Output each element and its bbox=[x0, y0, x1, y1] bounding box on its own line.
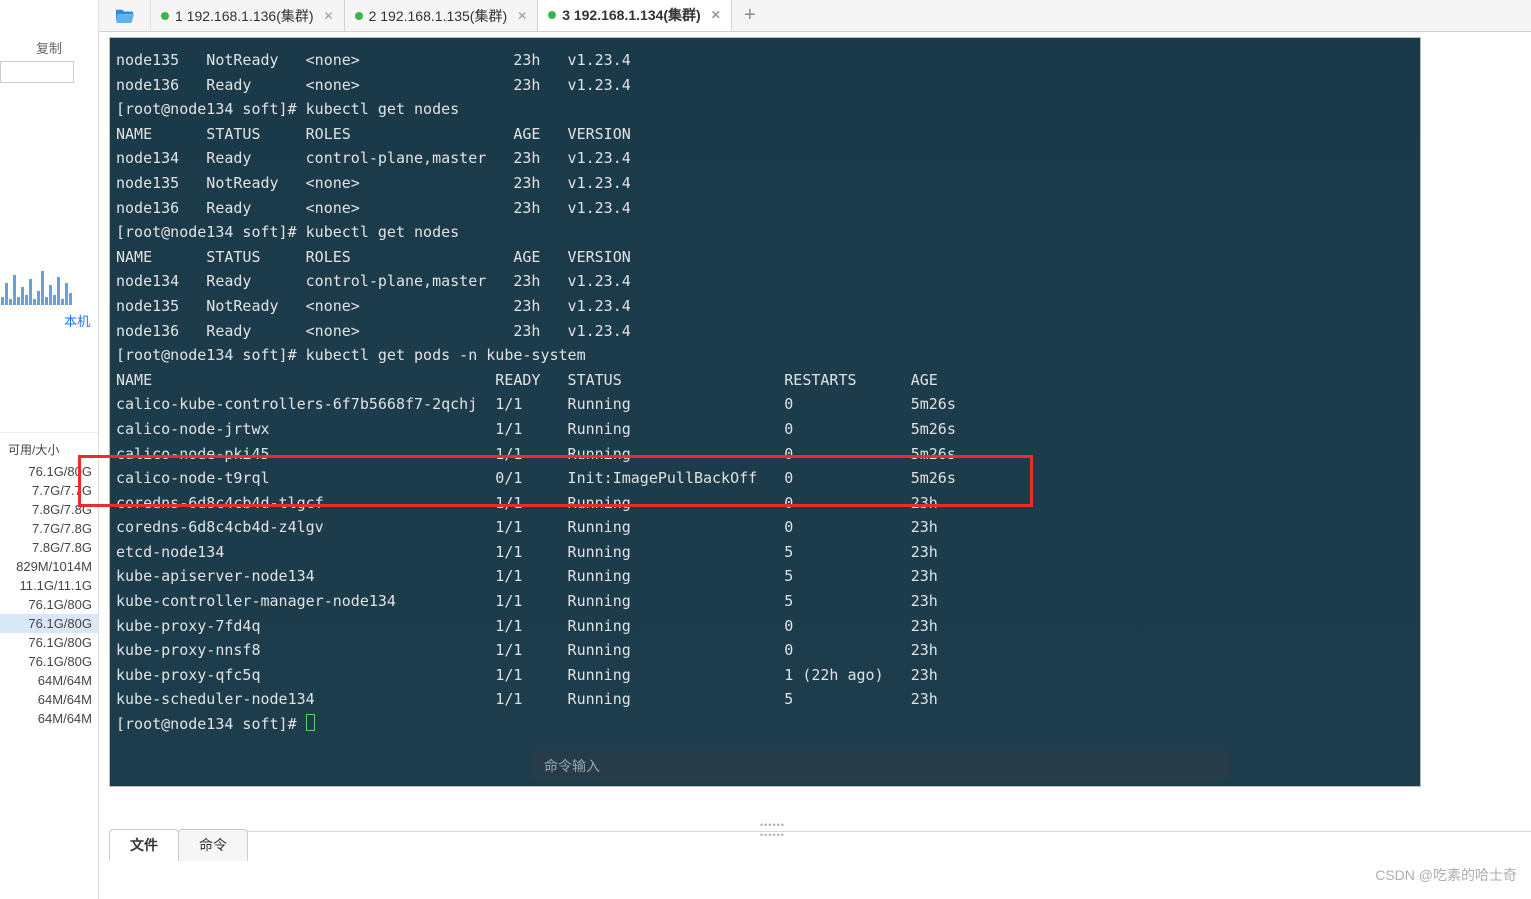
tab-label: 3 192.168.1.134(集群) bbox=[562, 5, 701, 25]
close-icon[interactable]: ✕ bbox=[324, 9, 334, 23]
terminal-panel: node135 NotReady <none> 23h v1.23.4 node… bbox=[109, 37, 1421, 787]
usage-row[interactable]: 76.1G/80G bbox=[0, 595, 98, 614]
usage-row[interactable]: 11.1G/11.1G bbox=[0, 576, 98, 595]
open-folder-button[interactable] bbox=[99, 0, 151, 31]
session-tab[interactable]: 2 192.168.1.135(集群) ✕ bbox=[345, 0, 539, 31]
usage-row[interactable]: 829M/1014M bbox=[0, 557, 98, 576]
folder-open-icon bbox=[114, 7, 136, 25]
sparkline bbox=[0, 269, 96, 305]
usage-row[interactable]: 76.1G/80G bbox=[0, 614, 98, 633]
add-tab-button[interactable]: + bbox=[732, 0, 768, 31]
status-dot-icon bbox=[548, 11, 556, 19]
usage-row[interactable]: 76.1G/80G bbox=[0, 652, 98, 671]
close-icon[interactable]: ✕ bbox=[711, 8, 721, 22]
left-sidebar: 复制 本机 可用/大小 76.1G/80G7.7G/7.7G7.8G/7.8G7… bbox=[0, 0, 99, 899]
bottom-tabbar: 文件 命令 bbox=[109, 831, 1531, 861]
small-input[interactable] bbox=[0, 61, 74, 83]
usage-row[interactable]: 64M/64M bbox=[0, 690, 98, 709]
cursor-icon bbox=[306, 714, 315, 731]
session-tab[interactable]: 1 192.168.1.136(集群) ✕ bbox=[151, 0, 345, 31]
bottom-tab-file[interactable]: 文件 bbox=[109, 829, 179, 861]
tab-label: 2 192.168.1.135(集群) bbox=[369, 6, 508, 26]
status-dot-icon bbox=[161, 12, 169, 20]
session-tab[interactable]: 3 192.168.1.134(集群) ✕ bbox=[538, 0, 732, 31]
usage-row[interactable]: 76.1G/80G bbox=[0, 633, 98, 652]
usage-list: 76.1G/80G7.7G/7.7G7.8G/7.8G7.7G/7.8G7.8G… bbox=[0, 462, 98, 728]
tab-label: 1 192.168.1.136(集群) bbox=[175, 6, 314, 26]
usage-row[interactable]: 64M/64M bbox=[0, 709, 98, 728]
command-placeholder: 命令输入 bbox=[544, 756, 600, 776]
bottom-tab-cmd[interactable]: 命令 bbox=[178, 829, 248, 861]
watermark: CSDN @吃素的哈士奇 bbox=[1375, 865, 1517, 885]
usage-row[interactable]: 7.7G/7.8G bbox=[0, 519, 98, 538]
close-icon[interactable]: ✕ bbox=[517, 9, 527, 23]
local-label[interactable]: 本机 bbox=[0, 305, 98, 330]
usage-row[interactable]: 7.7G/7.7G bbox=[0, 481, 98, 500]
command-input[interactable]: 命令输入 bbox=[530, 751, 1230, 781]
status-dot-icon bbox=[355, 12, 363, 20]
usage-header: 可用/大小 bbox=[0, 432, 98, 462]
session-tabbar: 1 192.168.1.136(集群) ✕ 2 192.168.1.135(集群) ✕… bbox=[99, 0, 1531, 32]
usage-row[interactable]: 7.8G/7.8G bbox=[0, 538, 98, 557]
copy-label[interactable]: 复制 bbox=[0, 38, 98, 57]
usage-row[interactable]: 64M/64M bbox=[0, 671, 98, 690]
terminal-output[interactable]: node135 NotReady <none> 23h v1.23.4 node… bbox=[110, 38, 1420, 737]
usage-row[interactable]: 76.1G/80G bbox=[0, 462, 98, 481]
usage-row[interactable]: 7.8G/7.8G bbox=[0, 500, 98, 519]
